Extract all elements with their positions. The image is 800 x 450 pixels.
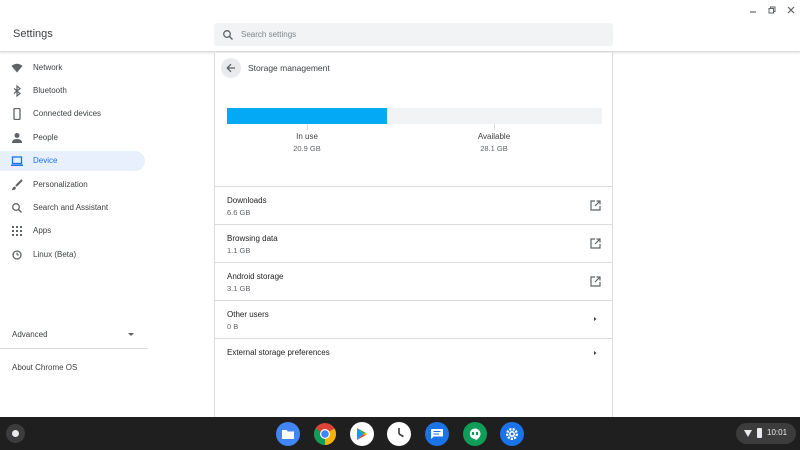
advanced-label: Advanced <box>12 330 48 339</box>
clock-icon[interactable] <box>387 422 411 446</box>
hangouts-icon[interactable] <box>463 422 487 446</box>
battery-icon <box>757 428 762 438</box>
search-input[interactable] <box>241 23 601 46</box>
play-store-icon[interactable] <box>350 422 374 446</box>
storage-usage-fill <box>227 108 388 124</box>
apps-grid-icon <box>11 225 23 237</box>
caret-down-icon <box>128 333 134 336</box>
person-icon <box>11 132 23 144</box>
page-title: Storage management <box>248 63 330 73</box>
sidebar-item-label: Device <box>33 156 58 165</box>
sidebar-item-label: Bluetooth <box>33 86 67 95</box>
linux-icon <box>11 249 23 261</box>
open-in-new-icon[interactable] <box>589 199 601 211</box>
available-value: 28.1 GB <box>480 144 508 153</box>
sidebar-item-label: Personalization <box>33 180 88 189</box>
wifi-icon <box>11 62 23 74</box>
phone-icon <box>11 108 23 120</box>
sidebar-item-apps[interactable]: Apps <box>0 221 145 241</box>
brush-icon <box>11 179 23 191</box>
row-label: Downloads <box>227 196 267 205</box>
chevron-right-icon <box>589 347 601 359</box>
chevron-right-icon <box>589 313 601 325</box>
sidebar-item-label: Apps <box>33 226 52 235</box>
sidebar-item-label: Connected devices <box>33 109 102 118</box>
sidebar-item-about[interactable]: About Chrome OS <box>12 363 77 372</box>
wifi-icon <box>744 430 752 437</box>
open-in-new-icon[interactable] <box>589 275 601 287</box>
bluetooth-icon <box>11 85 23 97</box>
top-bar: Settings <box>0 0 800 52</box>
storage-row-other-users[interactable]: Other users 0 B <box>215 300 612 338</box>
sidebar-advanced-toggle[interactable]: Advanced <box>0 325 148 349</box>
sidebar-item-label: People <box>33 133 58 142</box>
row-value: 1.1 GB <box>227 246 251 255</box>
settings-icon[interactable] <box>500 422 524 446</box>
available-tick <box>494 124 495 130</box>
storage-row-downloads[interactable]: Downloads 6.6 GB <box>215 186 612 224</box>
row-label: Other users <box>227 310 269 319</box>
sidebar-item-label: Network <box>33 63 63 72</box>
search-box[interactable] <box>214 23 613 46</box>
messages-icon[interactable] <box>425 422 449 446</box>
clock-time: 10:01 <box>767 428 788 437</box>
sidebar-item-label: Linux (Beta) <box>33 250 77 259</box>
storage-rows: Downloads 6.6 GB Browsing data 1.1 GB An… <box>215 186 612 376</box>
chrome-icon[interactable] <box>313 422 337 446</box>
close-icon[interactable] <box>784 4 798 16</box>
sidebar-item-search-and-assistant[interactable]: Search and Assistant <box>0 198 145 218</box>
sidebar-item-bluetooth[interactable]: Bluetooth <box>0 81 145 101</box>
row-value: 3.1 GB <box>227 284 251 293</box>
open-in-new-icon[interactable] <box>589 237 601 249</box>
storage-usage-bar <box>227 108 602 124</box>
sidebar-item-connected-devices[interactable]: Connected devices <box>0 104 145 124</box>
in-use-tick <box>307 124 308 130</box>
laptop-icon <box>11 155 23 167</box>
in-use-label: In use <box>296 132 318 141</box>
sidebar-item-device[interactable]: Device <box>0 151 145 171</box>
launcher-button[interactable] <box>6 424 25 443</box>
storage-row-browsing-data[interactable]: Browsing data 1.1 GB <box>215 224 612 262</box>
files-icon[interactable] <box>276 422 300 446</box>
row-label: External storage preferences <box>227 348 330 357</box>
row-value: 0 B <box>227 322 239 331</box>
sidebar-item-linux[interactable]: Linux (Beta) <box>0 245 145 265</box>
search-icon <box>222 28 234 40</box>
storage-card: Storage management In use 20.9 GB Availa… <box>214 53 613 417</box>
restore-icon[interactable] <box>765 4 779 16</box>
storage-row-android-storage[interactable]: Android storage 3.1 GB <box>215 262 612 300</box>
app-title: Settings <box>13 28 53 40</box>
available-label: Available <box>477 132 511 141</box>
sidebar-item-label: Search and Assistant <box>33 203 109 212</box>
row-value: 6.6 GB <box>227 208 251 217</box>
row-label: Browsing data <box>227 234 278 243</box>
in-use-value: 20.9 GB <box>293 144 321 153</box>
sidebar-item-personalization[interactable]: Personalization <box>0 175 145 195</box>
shelf: 10:01 <box>0 417 800 450</box>
sidebar-item-people[interactable]: People <box>0 128 145 148</box>
storage-row-external-storage[interactable]: External storage preferences <box>215 338 612 376</box>
arrow-back-icon <box>226 63 235 73</box>
row-label: Android storage <box>227 272 284 281</box>
sidebar: Network Bluetooth Connected devices Peop… <box>0 53 150 417</box>
back-button[interactable] <box>221 58 241 78</box>
status-tray[interactable]: 10:01 <box>736 423 796 444</box>
search-icon <box>11 202 23 214</box>
sidebar-item-network[interactable]: Network <box>0 58 145 78</box>
minimize-icon[interactable] <box>746 4 760 16</box>
